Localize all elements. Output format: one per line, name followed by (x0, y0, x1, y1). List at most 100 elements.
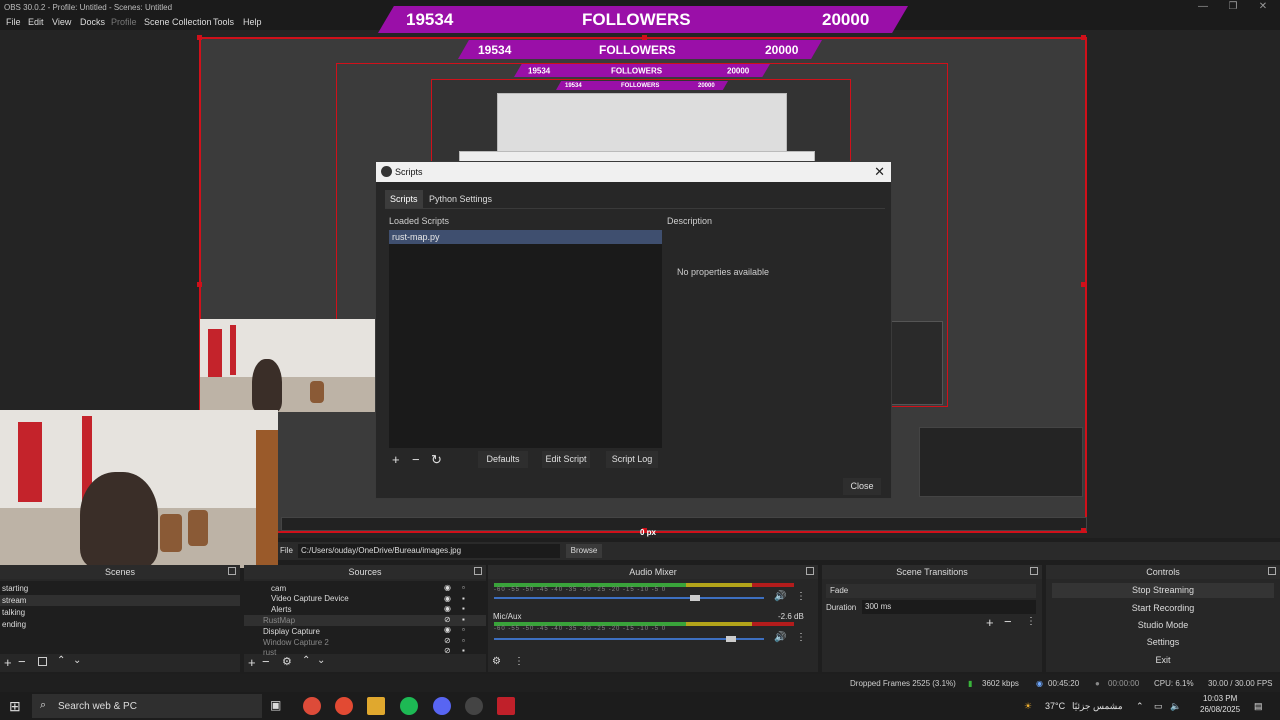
kebab-menu-icon[interactable]: ⋮ (796, 632, 806, 643)
menu-tools[interactable]: Tools (213, 17, 234, 27)
menu-docks[interactable]: Docks (80, 17, 105, 27)
scene-item[interactable]: talking (2, 607, 25, 618)
source-item-alerts[interactable]: Alerts (271, 604, 291, 615)
menu-file[interactable]: File (6, 17, 21, 27)
menu-edit[interactable]: Edit (28, 17, 44, 27)
source-item-display-capture[interactable]: Display Capture (263, 626, 320, 637)
add-scene-icon[interactable]: + (4, 655, 12, 670)
studio-mode-button[interactable]: Studio Mode (1052, 618, 1274, 633)
weather-icon: ☀ (1024, 701, 1033, 711)
rust-app-icon[interactable] (497, 697, 515, 715)
scene-transitions-dock: Scene Transitions Fade Duration 300 ms +… (822, 565, 1042, 672)
chrome-profile-icon[interactable] (335, 697, 353, 715)
scene-transitions-title: Scene Transitions (822, 565, 1042, 579)
move-down-icon[interactable]: ⌄ (73, 655, 81, 666)
exit-button[interactable]: Exit (1052, 653, 1274, 668)
volume-icon[interactable]: 🔈 (1170, 701, 1181, 712)
undock-icon[interactable] (474, 567, 482, 575)
start-recording-button[interactable]: Start Recording (1052, 601, 1274, 616)
lock-icon[interactable]: ▫ ▪ ▪ ▪ ▫ ▫ ▪ (462, 583, 465, 657)
move-down-icon[interactable]: ⌄ (317, 655, 325, 666)
kebab-menu-icon[interactable]: ⋮ (796, 591, 806, 602)
task-view-icon[interactable]: ▣ (270, 698, 281, 712)
tab-scripts[interactable]: Scripts (385, 190, 423, 208)
tab-python-settings[interactable]: Python Settings (424, 190, 497, 208)
taskbar-search[interactable]: ⌕ Search web & PC (32, 694, 262, 718)
move-up-icon[interactable]: ⌃ (57, 655, 65, 666)
undock-icon[interactable] (1268, 567, 1276, 575)
image-source-path-bar: File C:/Users/ouday/OneDrive/Bureau/imag… (278, 542, 1280, 560)
controls-dock: Controls Stop Streaming Start Recording … (1046, 565, 1280, 672)
scene-item[interactable]: starting (2, 583, 28, 594)
menu-view[interactable]: View (52, 17, 71, 27)
transition-select[interactable]: Fade (826, 584, 1036, 598)
discord-icon[interactable] (433, 697, 451, 715)
dialog-close-icon[interactable]: ✕ (874, 164, 885, 180)
close-icon[interactable]: ✕ (1254, 1, 1272, 12)
settings-button[interactable]: Settings (1052, 635, 1274, 650)
volume-slider[interactable] (494, 636, 764, 642)
followers-banner: 19534 FOLLOWERS 20000 (378, 6, 908, 33)
maximize-icon[interactable]: ❐ (1224, 1, 1242, 12)
add-script-icon[interactable]: + (392, 452, 400, 467)
close-button[interactable]: Close (843, 478, 881, 495)
obs-icon[interactable] (465, 697, 483, 715)
sources-dock: Sources cam Video Capture Device Alerts … (244, 565, 486, 672)
browse-button[interactable]: Browse (566, 544, 602, 558)
followers-banner-nested: 19534 FOLLOWERS 20000 (556, 81, 728, 90)
list-item[interactable]: rust-map.py (389, 230, 662, 244)
file-explorer-icon[interactable] (367, 697, 385, 715)
mixer-settings-icon[interactable]: ⚙ (492, 656, 501, 667)
remove-scene-icon[interactable]: − (18, 654, 26, 669)
tray-chevron-icon[interactable]: ⌃ (1136, 701, 1144, 712)
remove-source-icon[interactable]: − (262, 654, 270, 669)
spotify-icon[interactable] (400, 697, 418, 715)
scene-item[interactable]: ending (2, 619, 26, 630)
meter-ticks: -60 -55 -50 -45 -40 -35 -30 -25 -20 -15 … (494, 626, 667, 632)
dropped-frames: Dropped Frames 2525 (3.1%) (850, 679, 956, 688)
menu-profile[interactable]: Profile (111, 17, 137, 27)
scene-item[interactable]: stream (0, 595, 240, 606)
remove-script-icon[interactable]: − (412, 452, 420, 467)
remove-transition-icon[interactable]: − (1004, 614, 1012, 629)
scene-filters-icon[interactable] (38, 657, 47, 666)
menu-help[interactable]: Help (243, 17, 262, 27)
channel-db: -2.6 dB (778, 612, 804, 621)
defaults-button[interactable]: Defaults (478, 451, 528, 468)
chrome-icon[interactable] (303, 697, 321, 715)
add-transition-icon[interactable]: + (986, 615, 994, 630)
edit-script-button[interactable]: Edit Script (542, 451, 590, 468)
stop-streaming-button[interactable]: Stop Streaming (1052, 583, 1274, 598)
webcam-preview-small (200, 319, 375, 412)
duration-input[interactable]: 300 ms (862, 600, 1036, 614)
undock-icon[interactable] (806, 567, 814, 575)
source-properties-icon[interactable]: ⚙ (282, 655, 292, 668)
mixer-menu-icon[interactable]: ⋮ (514, 656, 524, 667)
audio-mixer-dock: Audio Mixer -60 -55 -50 -45 -40 -35 -30 … (488, 565, 818, 672)
undock-icon[interactable] (228, 567, 236, 575)
file-path-input[interactable]: C:/Users/ouday/OneDrive/Bureau/images.jp… (298, 544, 560, 558)
windows-start-icon[interactable]: ⊞ (9, 698, 21, 715)
sources-title: Sources (244, 565, 486, 579)
volume-slider[interactable] (494, 595, 764, 601)
windows-taskbar: ⊞ ⌕ Search web & PC ▣ ☀ 37°C مشمس جزئيًا… (0, 692, 1280, 720)
minimize-icon[interactable]: — (1194, 1, 1212, 12)
window-title: OBS 30.0.2 - Profile: Untitled - Scenes:… (4, 3, 173, 12)
network-icon[interactable]: ▭ (1154, 701, 1163, 712)
speaker-icon[interactable]: 🔊 (774, 591, 786, 602)
undock-icon[interactable] (1030, 567, 1038, 575)
move-up-icon[interactable]: ⌃ (302, 655, 310, 666)
menu-scene-collection[interactable]: Scene Collection (144, 17, 212, 27)
transition-menu-icon[interactable]: ⋮ (1026, 616, 1036, 627)
stream-icon: ◉ (1036, 679, 1043, 688)
reload-script-icon[interactable]: ↻ (431, 452, 442, 468)
source-item-video-capture[interactable]: Video Capture Device (271, 593, 349, 604)
duration-label: Duration (826, 603, 857, 612)
speaker-icon[interactable]: 🔊 (774, 632, 786, 643)
script-list[interactable]: rust-map.py (389, 230, 662, 448)
visibility-eye-icon[interactable]: ◉ ◉ ◉ ⊘ ◉ ⊘ ⊘ (444, 583, 451, 657)
add-source-icon[interactable]: + (248, 655, 256, 670)
script-log-button[interactable]: Script Log (606, 451, 658, 468)
notification-icon[interactable]: ▤ (1254, 701, 1263, 712)
bitrate: 3602 kbps (982, 679, 1019, 688)
